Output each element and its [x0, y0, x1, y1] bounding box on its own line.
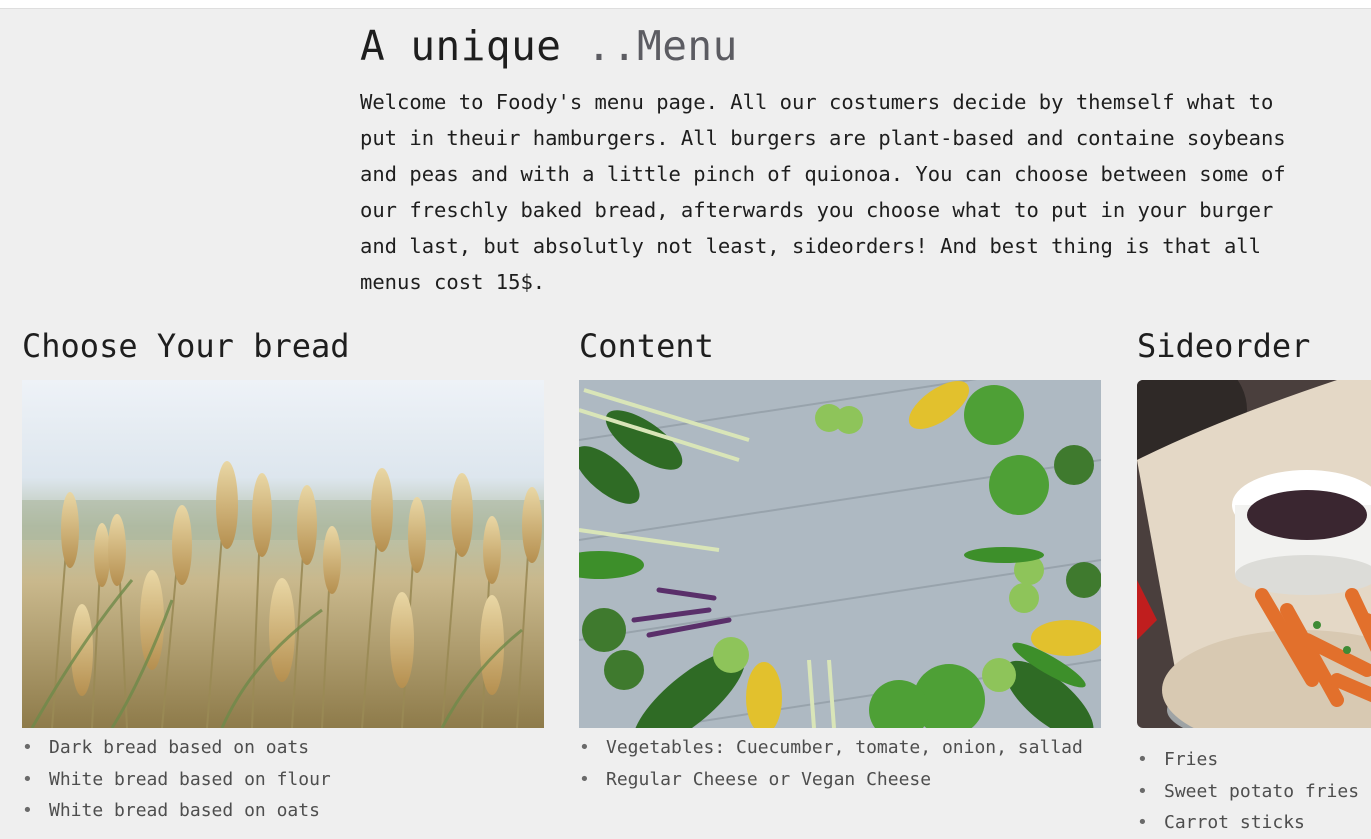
bread-heading: Choose Your bread: [22, 327, 350, 365]
content-heading: Content: [579, 327, 714, 365]
list-item: • White bread based on flour: [22, 768, 331, 790]
list-item: • Carrot sticks: [1137, 812, 1305, 833]
list-item: • Dark bread based on oats: [22, 737, 310, 758]
page-title: A unique ..Menu: [360, 18, 1320, 74]
fries-and-dip-photo: [1137, 380, 1371, 728]
top-border: [0, 0, 1371, 9]
intro-section: A unique ..Menu Welcome to Foody's menu …: [360, 18, 1320, 300]
title-accent: ..Menu: [586, 22, 738, 70]
intro-text: Welcome to Foody's menu page. All our co…: [360, 90, 1286, 294]
content-list: • Vegetables: Cuecumber, tomate, onion, s…: [579, 732, 1101, 795]
title-main: A unique: [360, 22, 587, 70]
list-item: • Fries: [1137, 749, 1219, 770]
vegetables-on-wood-photo: [579, 380, 1101, 728]
sideorder-heading: Sideorder: [1137, 327, 1311, 365]
content-section: Content • Vegetables: Cuecumber, tomate,…: [579, 322, 1101, 795]
sideorder-list: • Fries • Sweet potato fries • Carrot stick…: [1137, 744, 1371, 839]
wheat-field-photo: [22, 380, 544, 728]
list-item: • Regular Cheese or Vegan Cheese: [579, 768, 932, 790]
list-item: • Vegetables: Cuecumber, tomate, onion, s…: [579, 737, 1083, 758]
sideorder-section: Sideorder • Fries • Sweet potato fries • Ca…: [1137, 322, 1371, 839]
list-item: • Sweet potato fries: [1137, 780, 1360, 802]
bread-section: Choose Your bread • Dark bread based on …: [22, 322, 544, 827]
bread-list: • Dark bread based on oats • White bread b…: [22, 732, 544, 827]
list-item: • White bread based on oats: [22, 800, 320, 821]
